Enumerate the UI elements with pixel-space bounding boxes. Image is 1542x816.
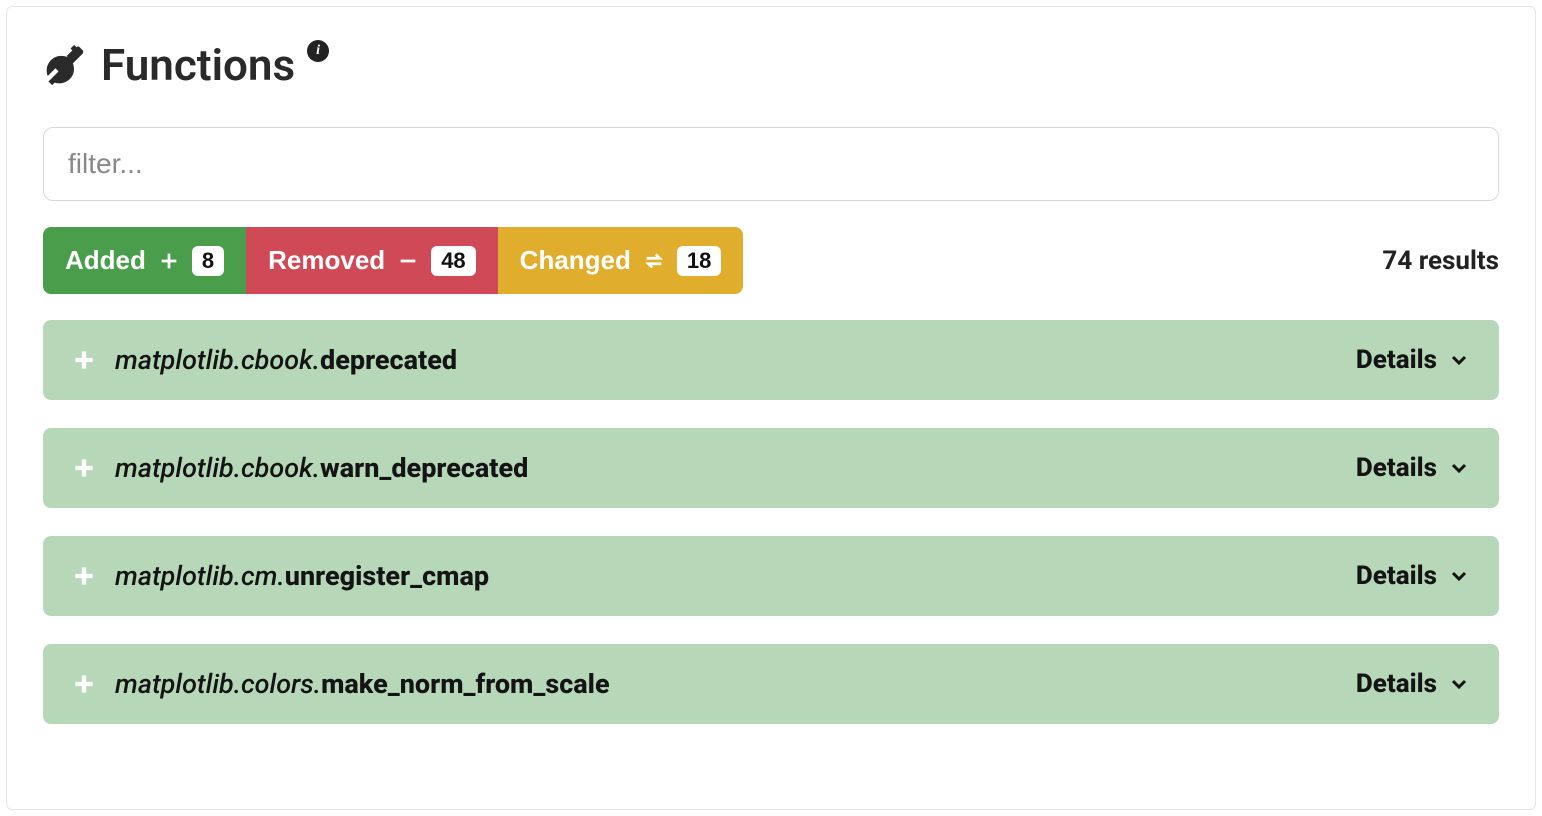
results-list: matplotlib.cbook.deprecatedDetailsmatplo…	[43, 320, 1499, 724]
result-row[interactable]: matplotlib.cm.unregister_cmap Details	[43, 536, 1499, 616]
member-name: warn_deprecated	[320, 452, 528, 484]
details-label: Details	[1356, 669, 1437, 699]
result-row[interactable]: matplotlib.colors.make_norm_from_scale De…	[43, 644, 1499, 724]
section-title: Functions	[101, 39, 295, 91]
added-count: 8	[192, 246, 224, 276]
functions-panel: Functions i Added 8 Removed 48 Changed	[6, 6, 1536, 810]
filter-input[interactable]	[43, 127, 1499, 201]
minus-icon	[397, 250, 419, 272]
removed-count: 48	[431, 246, 475, 276]
chevron-down-icon	[1447, 672, 1471, 696]
changed-label: Changed	[520, 245, 631, 276]
chevron-down-icon	[1447, 564, 1471, 588]
details-toggle[interactable]: Details	[1356, 453, 1471, 483]
filter-pill-row: Added 8 Removed 48 Changed 18	[43, 227, 1499, 294]
pill-group: Added 8 Removed 48 Changed 18	[43, 227, 743, 294]
module-path: matplotlib.cbook.	[115, 452, 320, 484]
changed-pill[interactable]: Changed 18	[498, 227, 744, 294]
module-path: matplotlib.cbook.	[115, 344, 320, 376]
member-name: make_norm_from_scale	[321, 668, 610, 700]
details-label: Details	[1356, 345, 1437, 375]
info-icon[interactable]: i	[307, 40, 329, 62]
plus-icon	[71, 671, 97, 697]
details-toggle[interactable]: Details	[1356, 561, 1471, 591]
tools-icon	[43, 43, 87, 87]
function-name: matplotlib.cm.unregister_cmap	[115, 560, 489, 592]
chevron-down-icon	[1447, 456, 1471, 480]
added-pill[interactable]: Added 8	[43, 227, 246, 294]
function-name: matplotlib.cbook.deprecated	[115, 344, 457, 376]
plus-icon	[71, 455, 97, 481]
added-label: Added	[65, 245, 146, 276]
changed-count: 18	[677, 246, 721, 276]
removed-label: Removed	[268, 245, 385, 276]
chevron-down-icon	[1447, 348, 1471, 372]
removed-pill[interactable]: Removed 48	[246, 227, 498, 294]
details-label: Details	[1356, 561, 1437, 591]
plus-icon	[71, 563, 97, 589]
plus-icon	[71, 347, 97, 373]
function-name: matplotlib.colors.make_norm_from_scale	[115, 668, 610, 700]
results-count: 74 results	[1382, 246, 1499, 276]
member-name: unregister_cmap	[285, 560, 489, 592]
section-heading: Functions i	[43, 39, 1499, 91]
swap-icon	[643, 250, 665, 272]
member-name: deprecated	[320, 344, 457, 376]
details-toggle[interactable]: Details	[1356, 345, 1471, 375]
result-row[interactable]: matplotlib.cbook.warn_deprecated Details	[43, 428, 1499, 508]
result-row[interactable]: matplotlib.cbook.deprecated Details	[43, 320, 1499, 400]
function-name: matplotlib.cbook.warn_deprecated	[115, 452, 528, 484]
details-toggle[interactable]: Details	[1356, 669, 1471, 699]
module-path: matplotlib.cm.	[115, 560, 285, 592]
plus-icon	[158, 250, 180, 272]
module-path: matplotlib.colors.	[115, 668, 321, 700]
details-label: Details	[1356, 453, 1437, 483]
